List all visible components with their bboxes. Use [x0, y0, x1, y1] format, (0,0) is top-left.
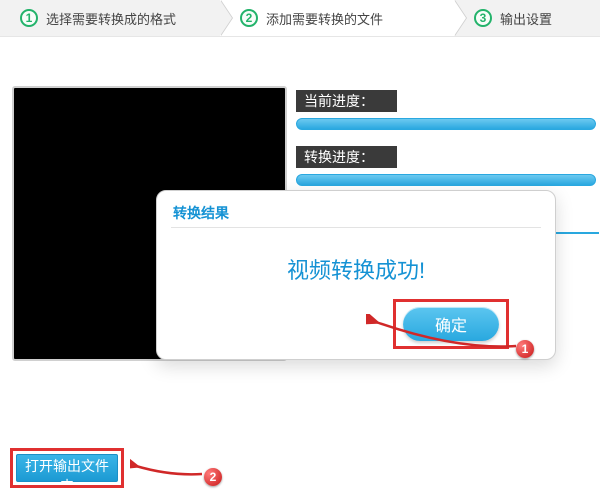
step-3[interactable]: 3 输出设置	[454, 0, 600, 37]
dialog-divider	[171, 227, 541, 228]
ok-button[interactable]: 确定	[403, 307, 499, 341]
step-1-number: 1	[20, 9, 38, 27]
step-3-label: 输出设置	[500, 9, 552, 28]
current-progress-bar	[296, 118, 596, 130]
step-2[interactable]: 2 添加需要转换的文件	[220, 0, 454, 37]
dialog-title: 转换结果	[173, 203, 229, 223]
step-2-label: 添加需要转换的文件	[266, 9, 383, 28]
total-progress-label: 转换进度：	[296, 146, 397, 168]
connector-line	[555, 232, 599, 234]
open-output-folder-button[interactable]: 打开输出文件夹	[16, 454, 118, 482]
step-1-label: 选择需要转换成的格式	[46, 9, 176, 28]
current-progress-label: 当前进度：	[296, 90, 397, 112]
result-dialog: 转换结果 视频转换成功! 确定	[156, 190, 556, 360]
step-3-number: 3	[474, 9, 492, 27]
annotation-arrow-2	[130, 454, 210, 482]
annotation-badge-2: 2	[204, 468, 222, 486]
step-2-number: 2	[240, 9, 258, 27]
dialog-message: 视频转换成功!	[157, 253, 555, 285]
step-1[interactable]: 1 选择需要转换成的格式	[0, 0, 220, 37]
total-progress-bar	[296, 174, 596, 186]
step-bar: 1 选择需要转换成的格式 2 添加需要转换的文件 3 输出设置 4 转	[0, 0, 600, 36]
